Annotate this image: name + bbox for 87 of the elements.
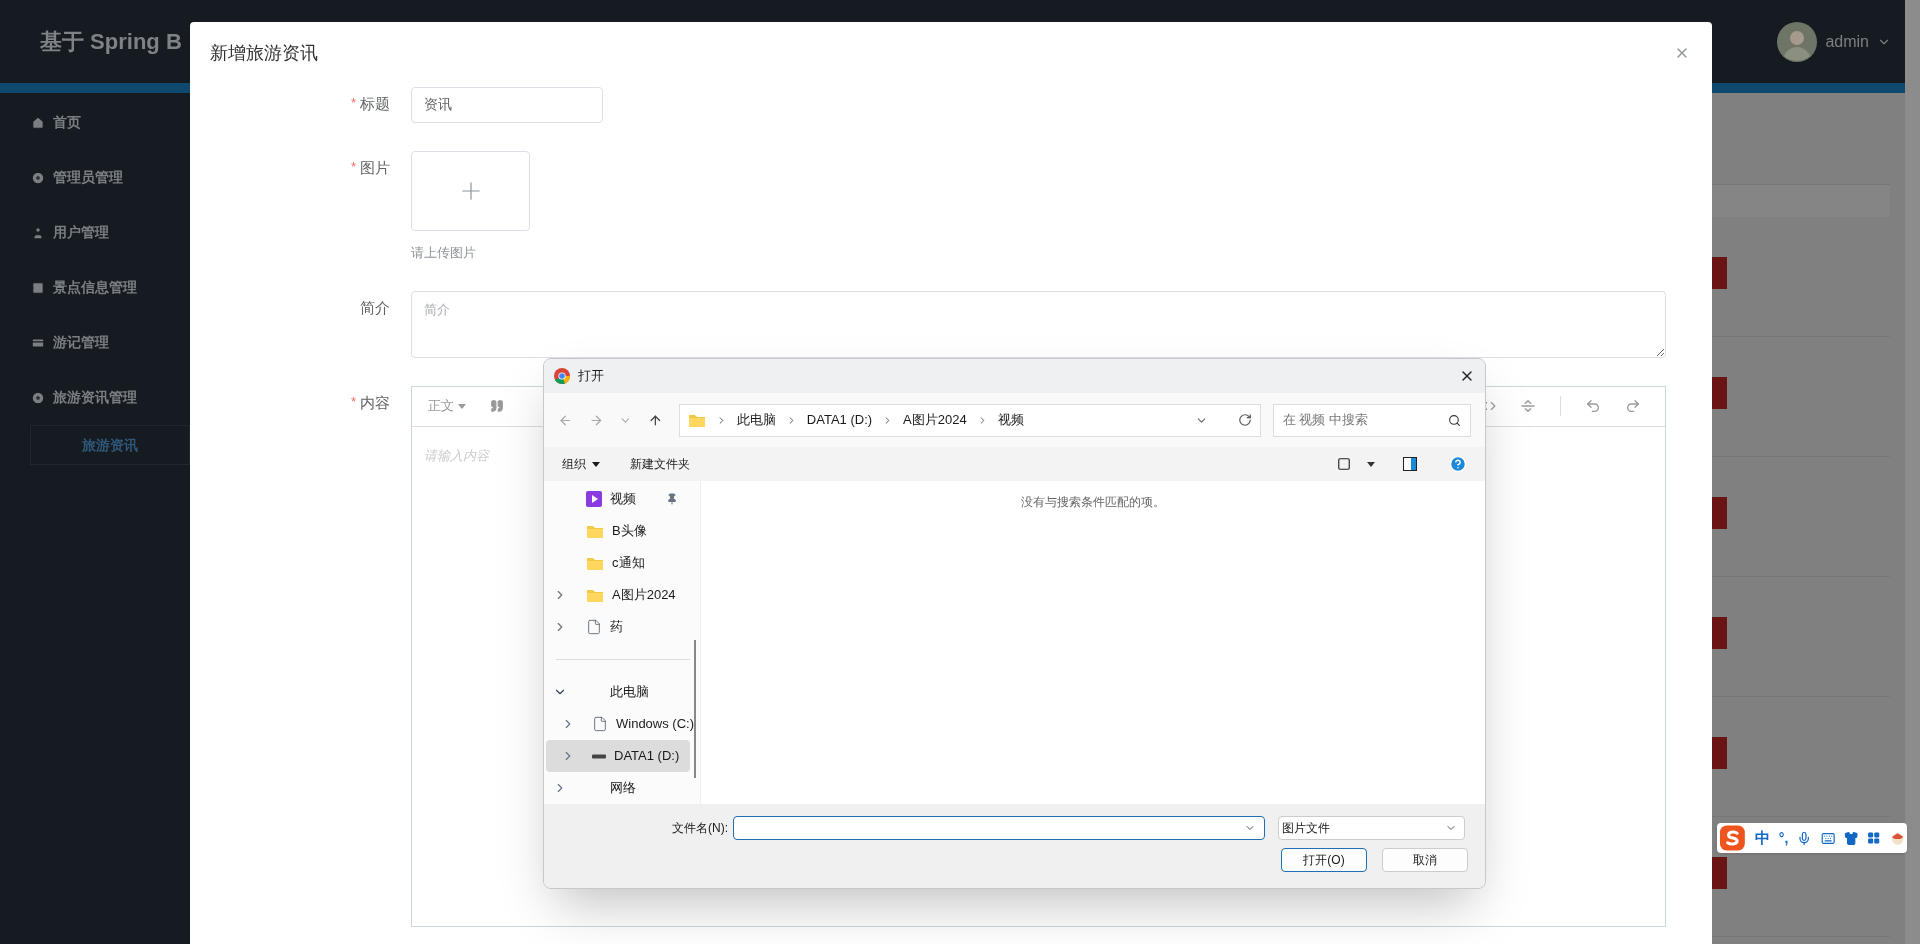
file-icon [592,716,608,732]
nav-item[interactable]: A图片2024 [546,579,690,611]
sidebar-item[interactable]: 管理员管理 [0,150,190,205]
preview-pane-icon[interactable] [1403,457,1417,471]
folder-icon [586,587,604,603]
nav-label: A图片2024 [612,586,676,605]
toolbar-button[interactable]: 组织 [562,455,600,473]
nav-item[interactable]: 此电脑 [546,676,690,708]
menu-icon [31,225,45,240]
scrollbar[interactable] [1905,0,1920,944]
ime-mode[interactable]: 中 [1754,826,1770,850]
folder-icon [586,555,604,571]
caret-icon[interactable] [1367,461,1375,467]
folder-icon [586,523,604,539]
breadcrumb-item[interactable]: 视频 [997,410,1024,430]
view-icon[interactable] [1337,457,1351,471]
title-input[interactable]: 资讯 [411,87,603,123]
nav-label: 网络 [610,779,636,798]
avatar[interactable] [1777,21,1818,62]
field-label: 内容 [360,392,390,413]
nav-label: Windows (C:) [616,715,694,734]
mascot-icon[interactable] [1889,830,1905,846]
sidebar-item[interactable]: 首页 [0,95,190,150]
field-label: 简介 [360,297,390,318]
refresh-icon[interactable] [1237,413,1252,427]
field-label: 图片 [360,158,390,178]
divider-icon[interactable] [1520,398,1536,414]
video-library-icon [586,491,602,507]
nav-label: 此电脑 [610,683,649,702]
nav-item[interactable]: B头像 [546,515,690,547]
keyboard-icon[interactable] [1820,830,1835,846]
nav-item[interactable]: 药 [546,611,690,643]
required-asterisk: * [350,158,356,176]
breadcrumb-item[interactable]: A图片2024 [903,410,967,430]
help-icon[interactable] [1449,455,1467,473]
modal-title: 新增旅游资讯 [210,41,318,65]
dialog-title: 打开 [578,367,604,386]
file-icon [586,619,602,635]
upload-hint: 请上传图片 [411,244,477,262]
address-bar[interactable]: 此电脑 DATA1 (D:) A图片2024 视频 [678,403,1261,437]
caret-icon[interactable] [592,461,600,467]
sidebar-item[interactable]: 旅游资讯管理 [0,370,190,425]
menu-icon [31,280,45,295]
nav-item[interactable]: 视频 [546,483,690,515]
user-name[interactable]: admin [1825,29,1869,54]
search-field[interactable]: 在 视频 中搜索 [1272,403,1471,437]
microphone-icon[interactable] [1797,830,1812,846]
required-asterisk: * [350,392,356,411]
nav-label: DATA1 (D:) [614,747,680,766]
required-asterisk: * [350,94,356,112]
browser-logo-icon [554,368,570,384]
folder-icon [687,412,706,428]
quote-icon[interactable] [490,399,504,413]
breadcrumb-item[interactable]: DATA1 (D:) [806,410,873,430]
filename-label: 文件名(N): [672,820,728,837]
dialog-button[interactable]: 打开(O) [1281,848,1367,872]
sidebar-item[interactable]: 用户管理 [0,205,190,260]
nav-label: 药 [610,618,623,637]
toolbar-button[interactable]: 新建文件夹 [630,455,690,473]
nav-item[interactable]: 网络 [546,772,690,804]
ime-logo-icon[interactable] [1719,824,1746,852]
dialog-button[interactable]: 取消 [1382,848,1468,872]
filetype-select[interactable]: 图片文件 [1278,816,1465,840]
shirt-icon[interactable] [1843,830,1859,846]
empty-message: 没有与搜索条件匹配的项。 [1021,494,1165,511]
sidebar-item[interactable]: 景点信息管理 [0,260,190,315]
menu-icon [31,170,45,185]
sidebar-item[interactable]: 游记管理 [0,315,190,370]
ime-punctuation[interactable]: °, [1778,827,1789,849]
nav-item[interactable]: c通知 [546,547,690,579]
drive-icon [592,753,606,759]
filename-input[interactable] [733,816,1265,840]
app-title: 基于 Spring B [40,28,182,56]
summary-textarea[interactable]: 简介 [411,290,1666,358]
menu-icon [31,390,45,405]
apps-grid-icon[interactable] [1867,831,1881,845]
nav-label: 视频 [610,490,636,509]
menu-icon [31,115,45,130]
nav-item[interactable]: DATA1 (D:) [546,740,690,772]
redo-icon[interactable] [1625,398,1641,414]
breadcrumb-item[interactable]: 此电脑 [736,410,776,430]
search-icon[interactable] [1448,413,1461,427]
undo-icon[interactable] [1585,398,1601,414]
nav-scrollbar[interactable] [694,640,696,778]
nav-label: B头像 [612,522,647,541]
nav-label: c通知 [612,554,645,573]
field-label: 标题 [360,94,390,114]
